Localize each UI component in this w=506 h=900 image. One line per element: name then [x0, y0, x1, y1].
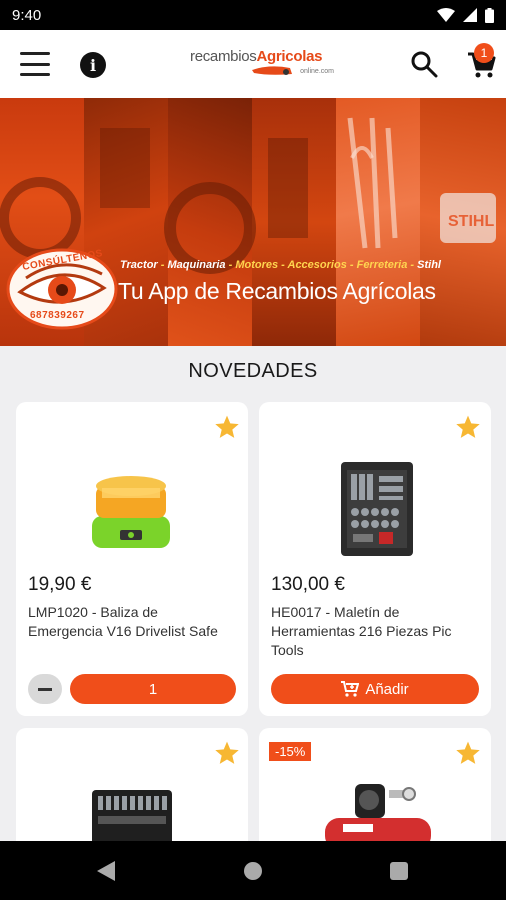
product-image-toolcase[interactable]	[335, 456, 419, 560]
product-title[interactable]: HE0017 - Maletín de Herramientas 216 Pie…	[271, 603, 485, 660]
cart-add-icon	[341, 681, 360, 697]
product-image-compressor[interactable]	[323, 780, 433, 850]
product-price: 130,00 €	[271, 574, 345, 595]
decrease-quantity-button[interactable]	[28, 674, 62, 704]
product-card[interactable]: 19,90 € LMP1020 - Baliza de Emergencia V…	[16, 402, 248, 716]
stihl-mark: STIHL	[448, 213, 494, 230]
product-card[interactable]: 130,00 € HE0017 - Maletín de Herramienta…	[259, 402, 491, 716]
logo-swoosh	[252, 66, 292, 75]
battery-icon	[485, 7, 494, 23]
product-image-beacon[interactable]	[86, 466, 176, 556]
home-icon[interactable]	[244, 862, 262, 880]
banner-slogan: Tu App de Recambios Agrícolas	[118, 278, 436, 304]
category-tagline: Tractor - Maquinaria - Motores - Accesor…	[120, 259, 441, 271]
product-image-socket-set[interactable]	[90, 786, 174, 846]
logo[interactable]: recambiosAgricolas online.com	[190, 44, 340, 84]
add-to-cart-label: Añadir	[365, 680, 409, 698]
hero-banner: STIHL Tractor - Maquinaria - Motores - A…	[0, 98, 506, 346]
add-to-cart-button[interactable]: Añadir	[271, 674, 479, 704]
cart-badge: 1	[474, 43, 494, 63]
info-icon[interactable]: i	[80, 52, 106, 78]
quantity-display[interactable]: 1	[70, 674, 236, 704]
status-bar: 9:40	[0, 0, 506, 30]
star-icon[interactable]	[214, 414, 240, 440]
star-icon[interactable]	[214, 740, 240, 766]
hamburger-icon[interactable]	[20, 52, 50, 76]
recents-icon[interactable]	[390, 862, 408, 880]
wifi-icon	[437, 8, 455, 22]
logo-sub: online.com	[300, 68, 334, 75]
system-nav-bar	[0, 841, 506, 900]
discount-badge: -15%	[269, 742, 312, 761]
product-title[interactable]: LMP1020 - Baliza de Emergencia V16 Drive…	[28, 603, 228, 641]
app-bar: i recambiosAgricolas online.com	[0, 30, 506, 98]
status-icons	[437, 7, 494, 23]
signal-icon	[463, 8, 477, 22]
search-icon[interactable]	[410, 50, 438, 78]
section-title: NOVEDADES	[188, 360, 318, 382]
star-icon[interactable]	[455, 740, 481, 766]
phone-number[interactable]: 687839267	[30, 310, 85, 321]
product-price: 19,90 €	[28, 574, 92, 595]
status-time: 9:40	[12, 6, 42, 24]
back-icon[interactable]	[97, 861, 115, 881]
star-icon[interactable]	[455, 414, 481, 440]
logo-text: recambiosAgricolas	[190, 48, 323, 65]
